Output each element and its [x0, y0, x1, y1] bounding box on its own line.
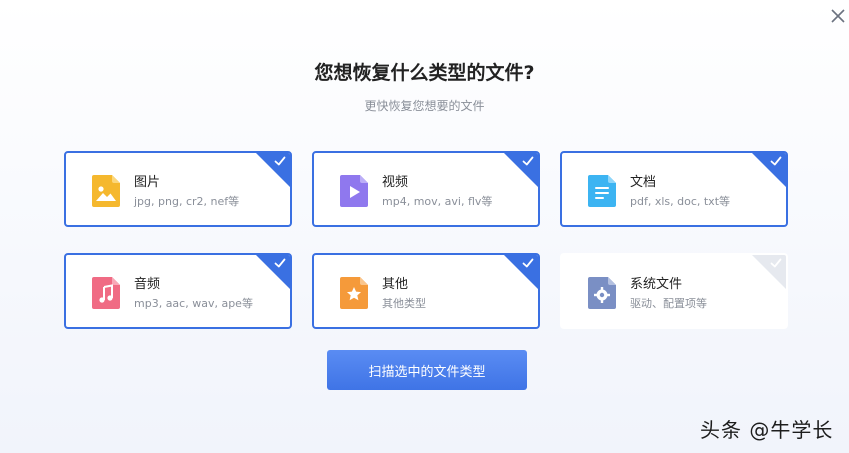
image-icon — [92, 175, 120, 207]
file-type-card-audio[interactable]: 音频 mp3, aac, wav, ape等 — [64, 253, 292, 329]
document-icon — [588, 175, 616, 207]
close-button[interactable] — [826, 4, 849, 28]
file-type-name: 视频 — [382, 175, 409, 190]
file-type-name: 音频 — [134, 277, 161, 292]
audio-icon — [92, 277, 120, 309]
file-type-name: 其他 — [382, 277, 409, 292]
dialog-title: 您想恢复什么类型的文件? — [314, 62, 535, 84]
system-file-icon — [588, 277, 616, 309]
file-type-card-images[interactable]: 图片 jpg, png, cr2, nef等 — [64, 151, 292, 227]
check-icon — [274, 258, 286, 268]
file-type-desc: 驱动、配置项等 — [630, 297, 707, 310]
dialog-subtitle: 更快恢复您想要的文件 — [364, 99, 485, 113]
file-type-name: 系统文件 — [630, 277, 683, 292]
file-type-desc: mp4, mov, avi, flv等 — [382, 195, 493, 208]
file-type-name: 文档 — [630, 175, 657, 190]
scan-selected-types-button[interactable]: 扫描选中的文件类型 — [327, 350, 527, 390]
close-icon — [831, 9, 845, 23]
video-icon — [340, 175, 368, 207]
file-type-card-videos[interactable]: 视频 mp4, mov, avi, flv等 — [312, 151, 540, 227]
file-type-card-documents[interactable]: 文档 pdf, xls, doc, txt等 — [560, 151, 788, 227]
other-icon — [340, 277, 368, 309]
watermark-text: 头条 @牛学长 — [700, 418, 834, 442]
check-icon — [522, 156, 534, 166]
check-icon — [770, 156, 782, 166]
file-type-desc: pdf, xls, doc, txt等 — [630, 195, 731, 208]
file-type-desc: 其他类型 — [382, 297, 426, 310]
check-icon — [274, 156, 286, 166]
file-type-desc: mp3, aac, wav, ape等 — [134, 297, 253, 310]
file-type-card-system-files[interactable]: 系统文件 驱动、配置项等 — [560, 253, 788, 329]
file-type-card-other[interactable]: 其他 其他类型 — [312, 253, 540, 329]
file-type-name: 图片 — [134, 175, 161, 190]
file-type-desc: jpg, png, cr2, nef等 — [134, 195, 240, 208]
check-icon — [522, 258, 534, 268]
check-icon — [770, 258, 782, 268]
